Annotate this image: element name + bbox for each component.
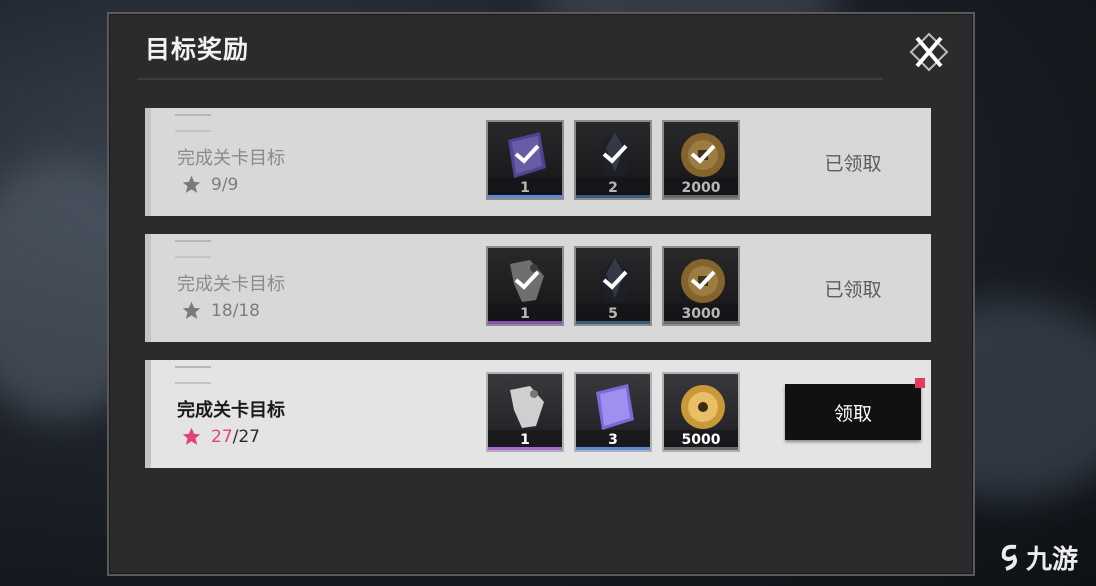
gold-coin-icon	[681, 385, 725, 429]
reward-item[interactable]: 1	[486, 372, 564, 452]
progress-current: 18	[211, 300, 233, 321]
reward-item[interactable]: 1	[486, 246, 564, 326]
star-icon	[182, 301, 201, 319]
star-icon	[182, 427, 201, 445]
progress-total: /9	[221, 174, 239, 195]
rarity-bar	[576, 321, 650, 324]
check-icon	[690, 144, 716, 164]
rarity-bar	[488, 195, 562, 198]
reward-row: 完成关卡目标 27/27 1 3 5000 领取	[145, 360, 931, 468]
reward-item[interactable]: 3	[574, 372, 652, 452]
reward-item[interactable]: 5000	[662, 372, 740, 452]
row-separator	[755, 234, 769, 342]
reward-item[interactable]: 3000	[662, 246, 740, 326]
claim-button[interactable]: 领取	[785, 384, 921, 440]
decor-lines	[175, 366, 211, 384]
reward-row: 完成关卡目标 18/18 1 5 3000 已领取	[145, 234, 931, 342]
objective-name: 完成关卡目标	[177, 274, 285, 295]
reward-item[interactable]: 2	[574, 120, 652, 200]
close-icon	[909, 32, 949, 72]
watermark-text: 九游	[1025, 545, 1078, 575]
reward-item[interactable]: 1	[486, 120, 564, 200]
rarity-bar	[664, 321, 738, 324]
reward-dialog: 目标奖励 完成关卡目标 9/9 1 2 2000 已领取 完成关卡目标 18/1…	[107, 12, 975, 576]
rarity-bar	[488, 321, 562, 324]
watermark: 九游	[998, 539, 1078, 576]
close-button[interactable]	[907, 32, 951, 72]
check-icon	[602, 270, 628, 290]
title-divider	[137, 78, 883, 80]
purple-notebook-icon	[596, 384, 634, 430]
progress-total: /18	[232, 300, 260, 321]
row-separator	[755, 108, 769, 216]
check-icon	[602, 144, 628, 164]
reward-item[interactable]: 2000	[662, 120, 740, 200]
progress-total: /27	[232, 426, 260, 447]
star-icon	[182, 175, 201, 193]
progress: 18/18	[181, 300, 260, 321]
ninegame-logo-icon	[1001, 544, 1017, 571]
rarity-bar	[576, 195, 650, 198]
reward-item[interactable]: 5	[574, 246, 652, 326]
decor-lines	[175, 240, 211, 258]
progress: 9/9	[181, 174, 238, 195]
dialog-title: 目标奖励	[145, 35, 250, 64]
silver-tag-icon	[510, 386, 544, 428]
rarity-bar	[664, 447, 738, 450]
claimed-status: 已领取	[824, 152, 882, 175]
objective-name: 完成关卡目标	[177, 148, 285, 169]
reward-row: 完成关卡目标 9/9 1 2 2000 已领取	[145, 108, 931, 216]
check-icon	[690, 270, 716, 290]
claimed-status: 已领取	[824, 278, 882, 301]
progress: 27/27	[181, 426, 260, 447]
decor-lines	[175, 114, 211, 132]
objective-name: 完成关卡目标	[177, 400, 285, 421]
check-icon	[514, 144, 540, 164]
rarity-bar	[488, 447, 562, 450]
progress-current: 9	[211, 174, 222, 195]
notification-dot	[915, 378, 925, 388]
rarity-bar	[664, 195, 738, 198]
check-icon	[514, 270, 540, 290]
row-separator	[755, 360, 769, 468]
progress-current: 27	[211, 426, 233, 447]
rarity-bar	[576, 447, 650, 450]
